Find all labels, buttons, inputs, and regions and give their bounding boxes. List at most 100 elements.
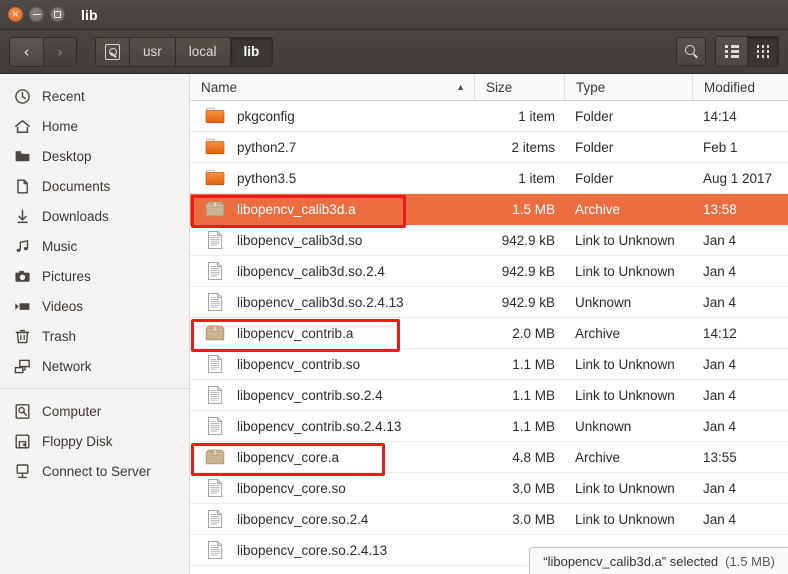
text-file-icon [204,415,226,437]
sidebar-item-videos[interactable]: Videos [0,291,189,321]
cell-type: Folder [575,139,614,155]
cell-type: Link to Unknown [575,511,675,527]
cell-type: Link to Unknown [575,480,675,496]
camera-icon [14,268,31,285]
cell-name: libopencv_core.so.2.4 [190,508,474,530]
cell-name: libopencv_calib3d.so.2.4 [190,260,474,282]
cell-name: libopencv_contrib.so [190,353,474,375]
file-name-label: libopencv_calib3d.so.2.4 [237,263,385,279]
text-file-icon [204,353,226,375]
sidebar-separator [0,388,189,389]
cell-size: 2 items [511,139,555,155]
column-header-type[interactable]: Type [564,74,692,100]
table-row[interactable]: libopencv_contrib.so 1.1 MB Link to Unknow… [190,349,788,380]
sidebar-item-documents[interactable]: Documents [0,171,189,201]
table-row[interactable]: libopencv_contrib.so.2.4 1.1 MB Link to Un… [190,380,788,411]
sidebar-item-music[interactable]: Music [0,231,189,261]
cell-modified: Aug 1 2017 [703,170,773,186]
sidebar: Recent Home Desktop Documents Downloads … [0,74,190,574]
sidebar-label: Recent [42,88,85,104]
sidebar-item-recent[interactable]: Recent [0,81,189,111]
sidebar-label: Videos [42,298,84,314]
cell-name: libopencv_contrib.so.2.4 [190,384,474,406]
trash-icon [14,328,31,345]
cell-modified: Feb 1 [703,139,738,155]
back-button[interactable]: ‹ [10,37,43,66]
column-header-name[interactable]: Name ▲ [190,74,474,100]
search-button[interactable] [676,37,706,66]
table-row[interactable]: libopencv_calib3d.a 1.5 MB Archive 13:58 [190,194,788,225]
text-file-icon [204,508,226,530]
cell-type: Unknown [575,418,632,434]
breadcrumb-item-root[interactable] [95,36,130,67]
breadcrumb-item-lib[interactable]: lib [230,36,274,67]
archive-icon [204,446,226,468]
status-size: (1.5 MB) [725,553,775,569]
file-list-pane: Name ▲ Size Type Modified pkgconfig 1 ite… [190,74,788,574]
file-name-label: python3.5 [237,170,297,186]
computer-disk-icon [14,403,31,420]
disk-icon [105,43,120,60]
toolbar: ‹ › usr local lib [0,30,788,74]
file-name-label: libopencv_core.so [237,480,346,496]
table-row[interactable]: libopencv_core.so.2.4 3.0 MB Link to Unkno… [190,504,788,535]
minimize-window-button[interactable] [29,7,44,22]
sidebar-item-home[interactable]: Home [0,111,189,141]
sidebar-item-floppy-disk[interactable]: Floppy Disk [0,426,189,456]
table-row[interactable]: libopencv_calib3d.so.2.4.13 942.9 kB Unkno… [190,287,788,318]
list-view-button[interactable] [716,37,747,66]
table-row[interactable]: pkgconfig 1 item Folder 14:14 [190,101,788,132]
cell-modified: 14:14 [703,108,737,124]
folder-icon [204,167,226,189]
grid-view-button[interactable] [747,37,778,66]
table-row[interactable]: libopencv_calib3d.so 942.9 kB Link to Unkn… [190,225,788,256]
archive-icon [204,322,226,344]
file-name-label: libopencv_contrib.so [237,356,361,372]
connect-server-icon [14,463,31,480]
sort-ascending-icon: ▲ [456,82,465,92]
table-row[interactable]: python3.5 1 item Folder Aug 1 2017 [190,163,788,194]
sidebar-item-desktop[interactable]: Desktop [0,141,189,171]
cell-size: 1.1 MB [512,387,555,403]
sidebar-label: Desktop [42,148,92,164]
maximize-window-button[interactable] [50,7,65,22]
column-header-size[interactable]: Size [474,74,564,100]
sidebar-label: Computer [42,403,102,419]
cell-name: python3.5 [190,167,474,189]
file-manager-window: × lib ‹ › usr local lib Recent Home Desk… [0,0,788,574]
text-file-icon [204,384,226,406]
file-name-label: libopencv_contrib.a [237,325,354,341]
cell-type: Folder [575,170,614,186]
cell-name: libopencv_contrib.a [190,322,474,344]
cell-modified: Jan 4 [703,418,737,434]
cell-name: python2.7 [190,136,474,158]
cell-size: 942.9 kB [501,263,555,279]
sidebar-item-computer[interactable]: Computer [0,396,189,426]
close-window-button[interactable]: × [8,7,23,22]
table-row[interactable]: libopencv_contrib.a 2.0 MB Archive 14:12 [190,318,788,349]
breadcrumb-item-local[interactable]: local [175,36,231,67]
sidebar-label: Documents [42,178,111,194]
table-row[interactable]: libopencv_core.a 4.8 MB Archive 13:55 [190,442,788,473]
column-header-modified[interactable]: Modified [692,74,788,100]
cell-modified: Jan 4 [703,387,737,403]
sidebar-item-connect-to-server[interactable]: Connect to Server [0,456,189,486]
sidebar-item-downloads[interactable]: Downloads [0,201,189,231]
table-row[interactable]: libopencv_contrib.so.2.4.13 1.1 MB Unknown… [190,411,788,442]
sidebar-item-trash[interactable]: Trash [0,321,189,351]
cell-type: Archive [575,449,621,465]
cell-name: libopencv_calib3d.a [190,198,474,220]
sidebar-item-network[interactable]: Network [0,351,189,381]
table-row[interactable]: python2.7 2 items Folder Feb 1 [190,132,788,163]
forward-button[interactable]: › [43,37,76,66]
sidebar-item-pictures[interactable]: Pictures [0,261,189,291]
cell-name: libopencv_core.so.2.4.13 [190,539,474,561]
cell-name: libopencv_calib3d.so.2.4.13 [190,291,474,313]
breadcrumb-item-usr[interactable]: usr [130,36,176,67]
sidebar-label: Floppy Disk [42,433,113,449]
table-row[interactable]: libopencv_core.so 3.0 MB Link to Unknown Ja… [190,473,788,504]
navigation-buttons: ‹ › [9,36,77,67]
cell-type: Link to Unknown [575,356,675,372]
table-row[interactable]: libopencv_calib3d.so.2.4 942.9 kB Link to … [190,256,788,287]
cell-type: Link to Unknown [575,232,675,248]
